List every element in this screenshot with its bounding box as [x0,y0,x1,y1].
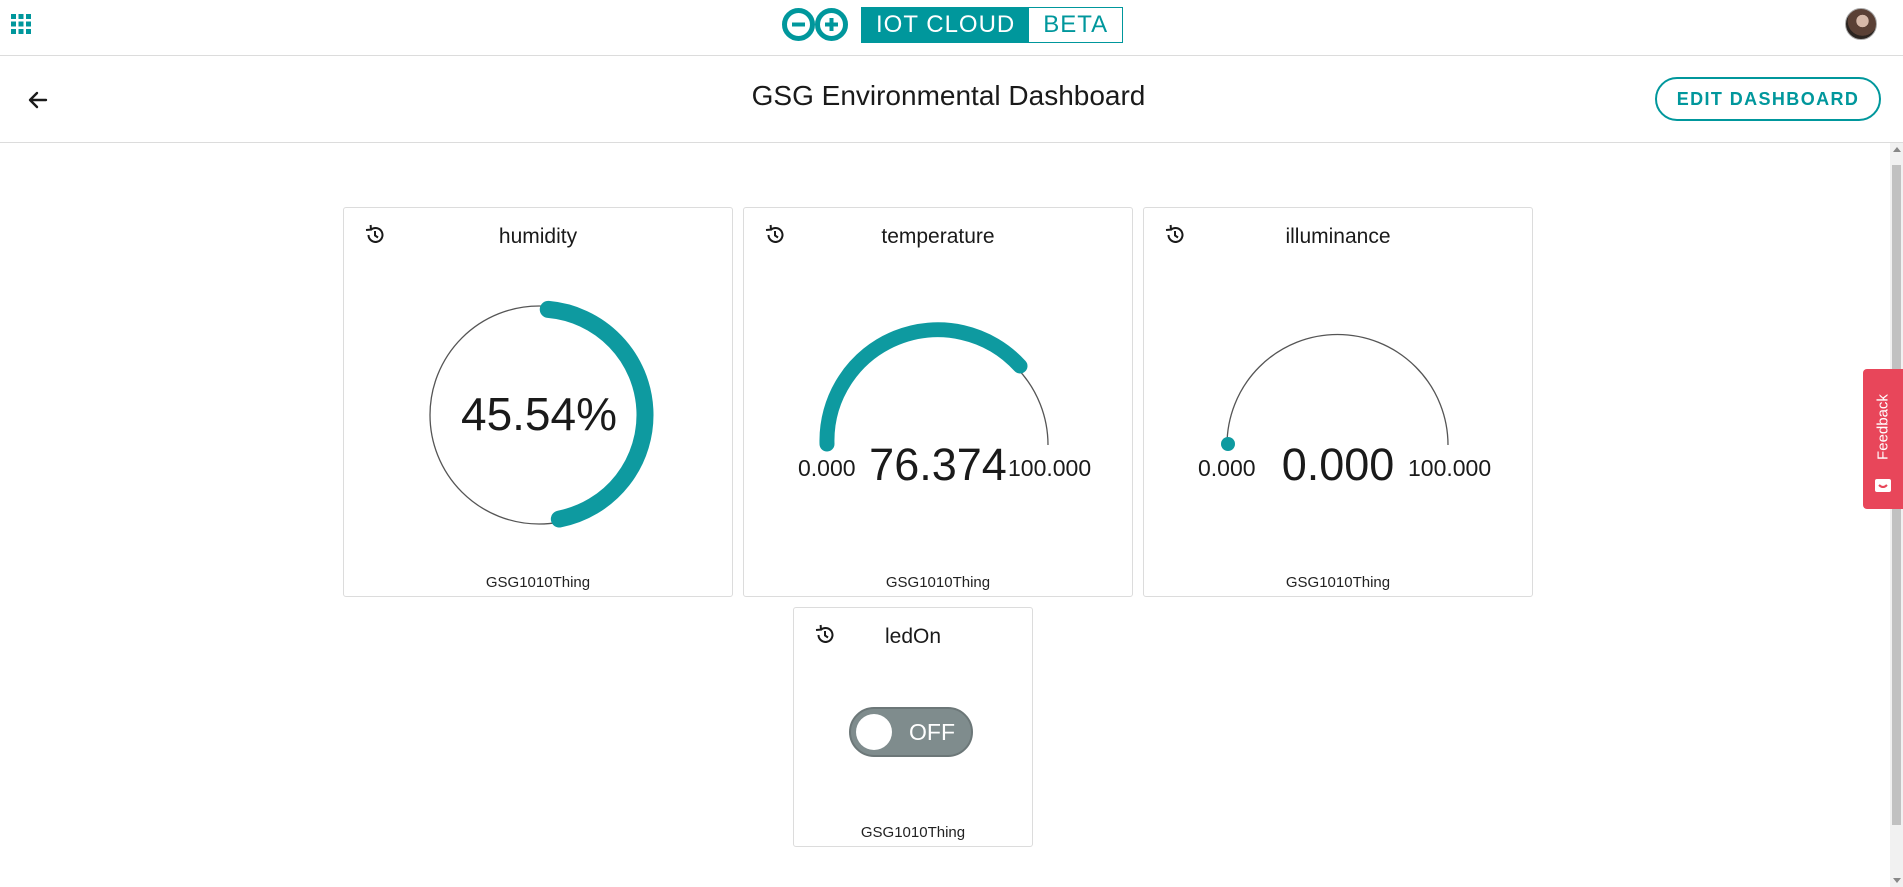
beta-badge: BETA [1043,10,1109,38]
widget-title: ledOn [884,625,942,648]
illuminance-widget[interactable]: illuminance 0.000 0.000 100.000 GSG1010T… [1143,207,1533,597]
humidity-gauge: 45.54% [429,300,654,528]
thing-label: GSG1010Thing [1285,574,1391,591]
temperature-max: 100.000 [1008,455,1091,481]
feedback-tab[interactable]: Feedback [1863,369,1903,509]
temperature-widget[interactable]: temperature 0.000 76.374 100.000 GSG1010… [743,207,1133,597]
illuminance-value: 0.000 [1282,439,1395,490]
humidity-widget[interactable]: humidity 45.54% GSG1010Thing [343,207,733,597]
brand-label: IOT CLOUD BETA [861,6,1124,43]
vertical-scrollbar[interactable] [1890,143,1903,887]
top-bar: IOT CLOUD BETA [0,0,1903,56]
illuminance-marker [1221,437,1235,451]
iot-cloud-logo[interactable]: IOT CLOUD BETA [781,6,1124,43]
feedback-label: Feedback [1874,394,1892,460]
ledon-widget[interactable]: ledOn OFF GSG1010Thing [793,607,1033,847]
temperature-value: 76.374 [869,439,1007,490]
temperature-arc [819,322,1028,452]
arduino-logo-icon [782,8,848,41]
illuminance-max: 100.000 [1408,455,1491,481]
grid-apps-icon[interactable] [9,12,33,36]
chat-smile-icon [1875,479,1891,492]
humidity-value: 45.54% [461,388,617,440]
illuminance-gauge: 0.000 0.000 100.000 [1198,333,1491,490]
thing-label: GSG1010Thing [860,824,966,841]
dashboard-header: GSG Environmental Dashboard EDIT DASHBOA… [0,56,1903,143]
thing-label: GSG1010Thing [485,574,591,591]
illuminance-min: 0.000 [1198,455,1256,481]
temperature-gauge: 0.000 76.374 100.000 [798,322,1091,490]
thing-label: GSG1010Thing [885,574,991,591]
scroll-down-arrow-icon[interactable] [1893,878,1901,883]
page-title: GSG Environmental Dashboard [751,80,1146,111]
user-avatar[interactable] [1845,8,1877,40]
toggle-state-label: OFF [909,719,955,745]
temperature-min: 0.000 [798,455,856,481]
brand-main-text: IOT CLOUD [862,7,1030,42]
led-toggle-switch[interactable]: OFF [849,707,973,757]
scroll-up-arrow-icon[interactable] [1893,147,1901,152]
edit-dashboard-button[interactable]: EDIT DASHBOARD [1655,77,1881,121]
toggle-knob [856,714,892,750]
